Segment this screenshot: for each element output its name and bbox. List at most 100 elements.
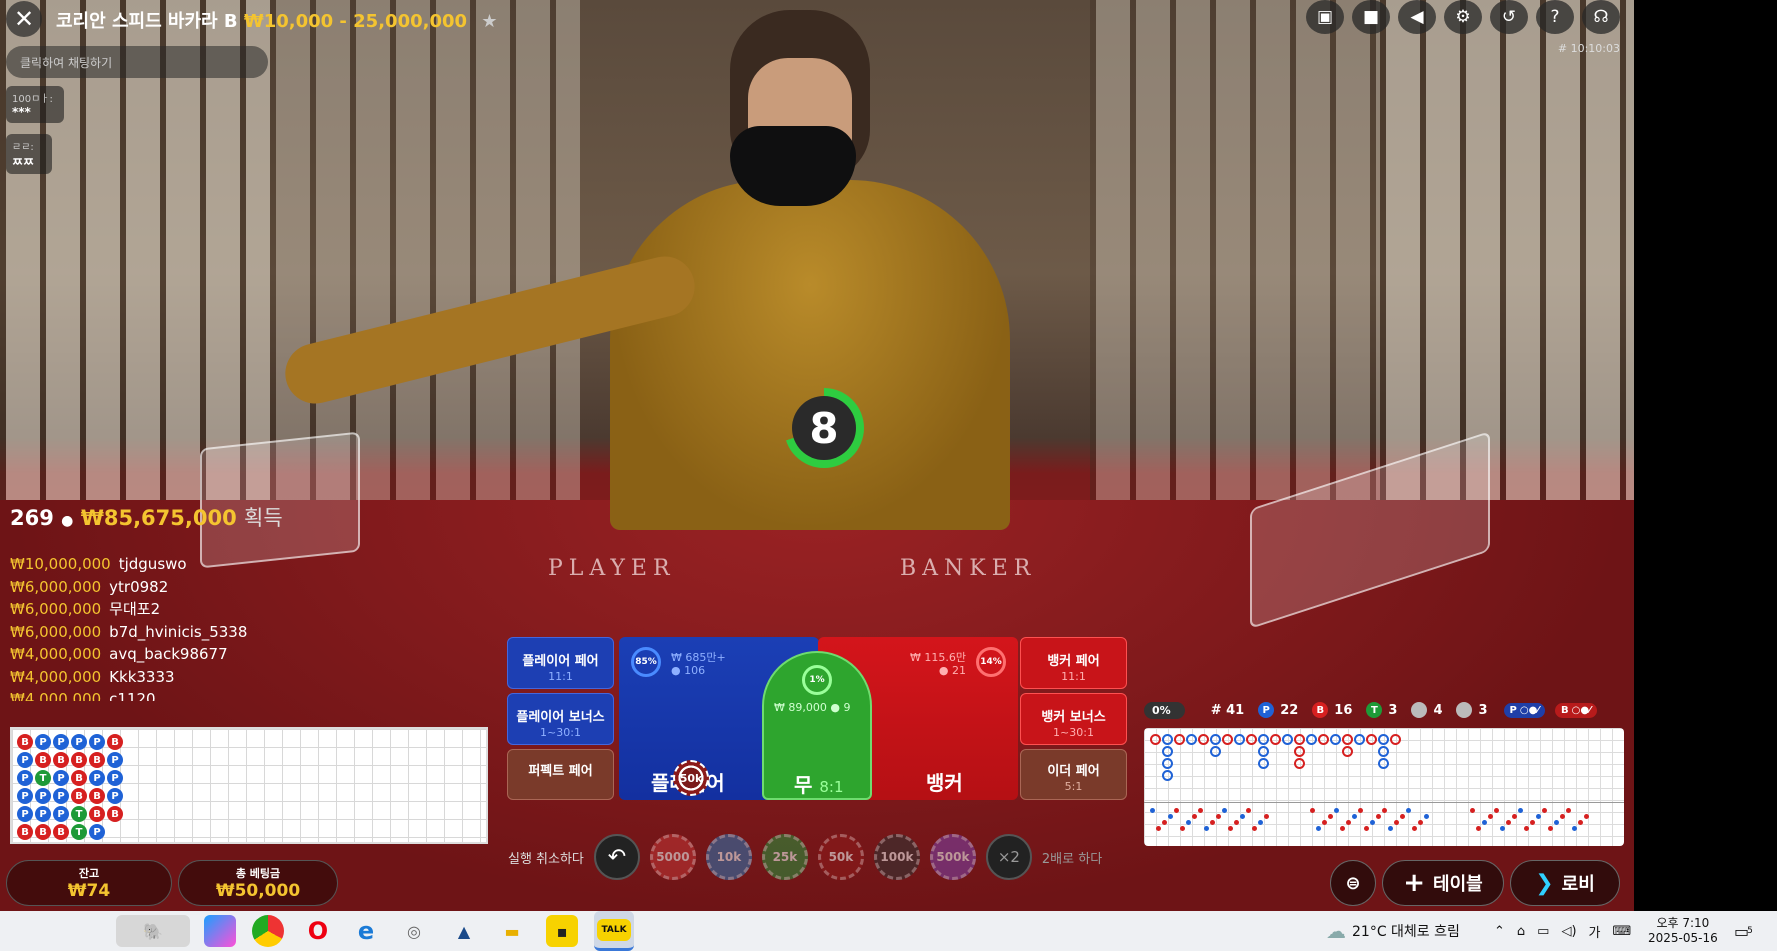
bet-limits: ₩10,000 - 25,000,000 <box>243 11 468 32</box>
banker-bonus-button[interactable]: 뱅커 보너스 1~30:1 <box>1020 693 1127 745</box>
chip-stack-icon[interactable]: ⊜ <box>1330 860 1376 906</box>
big-road-mark <box>1210 746 1221 757</box>
ime-indicator[interactable]: 가 <box>1589 922 1601 941</box>
folder-icon[interactable]: ▬ <box>496 915 528 947</box>
ie-icon[interactable]: e <box>350 915 382 947</box>
bead-cell: P <box>89 734 105 750</box>
chrome-icon[interactable] <box>252 915 284 947</box>
chip-5000[interactable]: 5000 <box>649 834 696 880</box>
banker-ask-button[interactable]: B ○●⁄ <box>1555 702 1597 718</box>
big-road-mark <box>1378 734 1389 745</box>
tie-bet-area[interactable]: 1% ₩ 89,000 ● 9 무 8:1 <box>762 651 872 800</box>
big-road-mark <box>1390 734 1401 745</box>
star-icon[interactable]: ★ <box>481 11 497 32</box>
player-pair-button[interactable]: 플레이어 페어 11:1 <box>507 637 614 689</box>
bead-cell: B <box>71 770 87 786</box>
chip-10k[interactable]: 10k <box>705 834 752 880</box>
bead-cell: P <box>53 770 69 786</box>
elephant-icon[interactable]: 🐘 <box>116 915 190 947</box>
derived-road-mark <box>1370 820 1375 825</box>
winners-total: ₩85,675,000 <box>80 506 237 530</box>
either-pair-button[interactable]: 이더 페어 5:1 <box>1020 749 1127 800</box>
add-table-button[interactable]: + 테이블 <box>1382 860 1504 906</box>
wooden-screen-right-2 <box>1090 0 1380 500</box>
lobby-button[interactable]: ❯ 로비 <box>1510 860 1620 906</box>
bead-cell: P <box>107 788 123 804</box>
player-count: ● 106 <box>671 664 706 677</box>
bead-road[interactable]: BPPPPBPBTPPBPBPPPBPBBBTTPBPBBPBPPPB <box>10 727 488 844</box>
close-button[interactable]: ✕ <box>6 1 42 37</box>
total-bet-label: 총 베팅금 <box>235 867 281 880</box>
banker-count: ● 21 <box>938 664 966 677</box>
derived-road-mark <box>1406 808 1411 813</box>
bead-cell: B <box>107 734 123 750</box>
bead-cell: B <box>53 824 69 840</box>
winners-summary: 269 ● ₩85,675,000 획득 <box>10 502 283 532</box>
banker-pair-button[interactable]: 뱅커 페어 11:1 <box>1020 637 1127 689</box>
chip-500k[interactable]: 500k <box>929 834 976 880</box>
bead-cell: B <box>107 806 123 822</box>
big-road-mark <box>1294 758 1305 769</box>
kakaotalk-icon[interactable]: TALK <box>594 911 634 951</box>
bead-cell: B <box>89 788 105 804</box>
big-road-mark <box>1318 734 1329 745</box>
banker-label: 뱅커 <box>926 771 963 795</box>
sticky-notes-icon[interactable]: ▪ <box>546 915 578 947</box>
derived-road-mark <box>1554 820 1559 825</box>
bead-cell: B <box>17 824 33 840</box>
derived-road-mark <box>1536 814 1541 819</box>
big-road-mark <box>1246 734 1257 745</box>
chip-25k[interactable]: 25k <box>761 834 808 880</box>
shoe-progress: 0% <box>1144 701 1185 719</box>
chat-input[interactable]: 클릭하여 채팅하기 <box>6 46 268 78</box>
network-icon[interactable]: ▭ <box>1537 924 1549 939</box>
chip-selector: 실행 취소하다 ↶ 5000 10k 25k 50k 100k 500k ×2 2배로 하다 <box>508 834 1102 880</box>
headset-icon[interactable]: ☊ <box>1582 0 1620 34</box>
app-icon[interactable]: ◎ <box>398 915 430 947</box>
settings-icon[interactable]: ⚙ <box>1444 0 1482 34</box>
derived-road-mark <box>1228 826 1233 831</box>
banker-pair-icon <box>1456 702 1473 718</box>
player-bonus-button[interactable]: 플레이어 보너스 1~30:1 <box>507 693 614 745</box>
derived-road-mark <box>1150 808 1155 813</box>
bead-cell: B <box>71 752 87 768</box>
big-road-mark <box>1330 734 1341 745</box>
chat-icon[interactable]: ▣ <box>1306 0 1344 34</box>
big-road-mark <box>1282 734 1293 745</box>
user-icon: ● <box>61 513 74 529</box>
derived-road-mark <box>1530 820 1535 825</box>
big-road-mark <box>1270 734 1281 745</box>
double-button[interactable]: ×2 <box>985 834 1032 880</box>
chip-100k[interactable]: 100k <box>873 834 920 880</box>
bead-cell: P <box>53 806 69 822</box>
clock[interactable]: 오후 7:10 2025-05-16 <box>1648 911 1718 951</box>
copilot-icon[interactable] <box>204 915 236 947</box>
chevron-up-icon[interactable]: ⌃ <box>1494 924 1505 939</box>
derived-road-mark <box>1328 814 1333 819</box>
player-wins: 22 <box>1280 702 1299 718</box>
derived-road-mark <box>1470 808 1475 813</box>
balance-display: 잔고 ₩74 <box>6 860 172 906</box>
opera-icon[interactable]: O <box>302 915 334 947</box>
tie-wins: 3 <box>1388 702 1398 718</box>
chip-50k[interactable]: 50k <box>817 834 864 880</box>
ladder-icon[interactable]: ▲ <box>448 915 480 947</box>
derived-road-mark <box>1352 814 1357 819</box>
sync-icon[interactable]: ⌂ <box>1517 924 1525 939</box>
perfect-pair-button[interactable]: 퍼펙트 페어 <box>507 749 614 800</box>
sound-icon[interactable]: ◀ <box>1398 0 1436 34</box>
player-ask-button[interactable]: P ○●⁄ <box>1503 702 1545 718</box>
weather-widget[interactable]: ☁ 21°C 대체로 흐림 <box>1326 911 1460 951</box>
help-icon[interactable]: ? <box>1536 0 1574 34</box>
chat-message: ㄹㄹ: ㅉㅉ <box>6 134 52 174</box>
volume-icon[interactable]: ◁) <box>1561 924 1576 939</box>
notification-icon[interactable]: ▭ 5 <box>1734 911 1753 951</box>
video-icon[interactable]: ■ <box>1352 0 1390 34</box>
big-road[interactable] <box>1144 728 1624 846</box>
history-icon[interactable]: ↺ <box>1490 0 1528 34</box>
keyboard-icon[interactable]: ⌨ <box>1613 924 1632 939</box>
derived-road-mark <box>1162 820 1167 825</box>
undo-icon[interactable]: ↶ <box>593 834 640 880</box>
derived-road-mark <box>1258 820 1263 825</box>
bead-cell: T <box>71 806 87 822</box>
